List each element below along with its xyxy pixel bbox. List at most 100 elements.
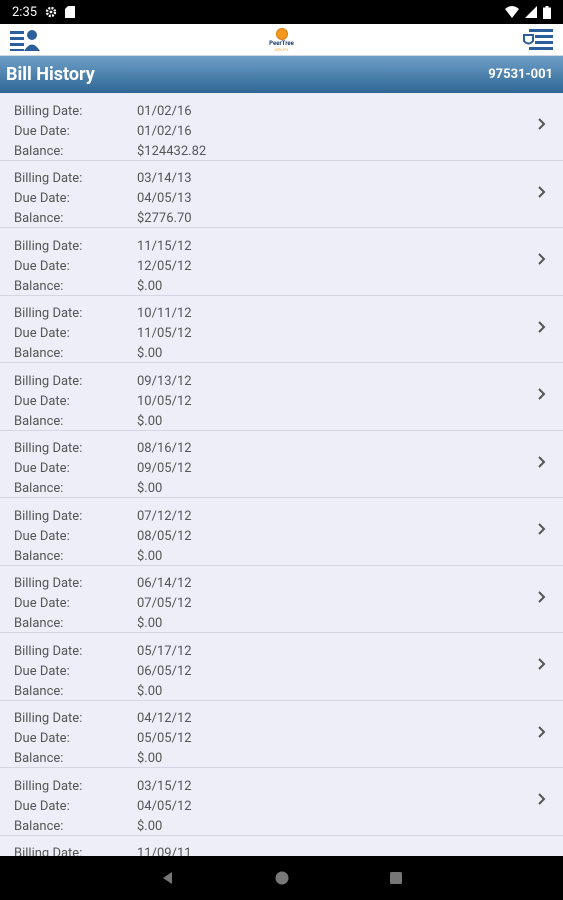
due-date-value: 12/05/12: [137, 258, 192, 274]
billing-date-value: 06/14/12: [137, 576, 192, 591]
balance-label: Balance:: [14, 548, 64, 564]
billing-date-label: Billing Date:: [14, 373, 83, 389]
chevron-right-icon[interactable]: [535, 252, 549, 266]
balance-label: Balance:: [14, 616, 64, 631]
billing-date-label: Billing Date:: [14, 171, 83, 186]
chevron-right-icon[interactable]: [535, 792, 549, 806]
due-date-value: 04/05/12: [137, 798, 192, 814]
status-time: 2:35: [12, 4, 38, 20]
due-date-label: Due Date:: [14, 123, 70, 139]
chevron-right-icon[interactable]: [535, 657, 549, 671]
bill-row[interactable]: Billing Date: 01/02/16 Due Date: 01/02/16 Ba…: [0, 93, 563, 161]
chevron-right-icon[interactable]: [535, 320, 549, 334]
billing-date-value: 11/15/12: [137, 238, 192, 254]
balance-label: Balance:: [14, 413, 64, 429]
billing-date-label: Billing Date:: [14, 711, 83, 726]
chevron-right-icon[interactable]: [535, 590, 549, 604]
due-date-value: 09/05/12: [137, 461, 192, 476]
billing-date-label: Billing Date:: [14, 306, 83, 321]
balance-value: $.00: [137, 548, 163, 564]
back-icon[interactable]: [160, 870, 176, 886]
due-date-value: 05/05/12: [137, 731, 192, 746]
balance-value: $.00: [137, 346, 163, 361]
billing-date-label: Billing Date:: [14, 441, 83, 456]
bill-row[interactable]: Billing Date: 09/13/12 Due Date: 10/05/12 Ba…: [0, 363, 563, 431]
balance-label: Balance:: [14, 751, 64, 766]
sd-card-icon: [65, 6, 76, 18]
balance-label: Balance:: [14, 211, 64, 226]
due-date-label: Due Date:: [14, 393, 70, 409]
billing-date-value: 08/16/12: [137, 441, 192, 456]
due-date-value: 10/05/12: [137, 393, 192, 409]
logo-mark-icon: [275, 27, 288, 40]
billing-date-label: Billing Date:: [14, 846, 83, 856]
signal-icon: [525, 6, 537, 18]
balance-value: $124432.82: [137, 143, 207, 159]
bill-row[interactable]: Billing Date: 07/12/12 Due Date: 08/05/12 Ba…: [0, 498, 563, 566]
chevron-right-icon[interactable]: [535, 725, 549, 739]
due-date-label: Due Date:: [14, 596, 70, 611]
bill-row[interactable]: Billing Date: 11/09/11: [0, 836, 563, 856]
bill-row[interactable]: Billing Date: 11/15/12 Due Date: 12/05/12 Ba…: [0, 228, 563, 296]
balance-label: Balance:: [14, 278, 64, 294]
bill-row[interactable]: Billing Date: 10/11/12 Due Date: 11/05/12 Ba…: [0, 296, 563, 363]
bill-row[interactable]: Billing Date: 03/14/13 Due Date: 04/05/13 Ba…: [0, 161, 563, 228]
account-menu-icon[interactable]: [10, 29, 40, 51]
balance-value: $2776.70: [137, 211, 192, 226]
due-date-label: Due Date:: [14, 663, 70, 679]
bill-row[interactable]: Billing Date: 03/15/12 Due Date: 04/05/12 Ba…: [0, 768, 563, 836]
chevron-right-icon[interactable]: [535, 387, 549, 401]
billing-date-label: Billing Date:: [14, 238, 83, 254]
balance-label: Balance:: [14, 143, 64, 159]
chevron-right-icon[interactable]: [535, 522, 549, 536]
chevron-right-icon[interactable]: [535, 455, 549, 469]
balance-value: $.00: [137, 481, 163, 496]
balance-value: $.00: [137, 751, 163, 766]
due-date-label: Due Date:: [14, 798, 70, 814]
billing-date-value: 01/02/16: [137, 103, 192, 119]
billing-date-value: 04/12/12: [137, 711, 192, 726]
system-nav-bar: [0, 856, 563, 900]
due-date-value: 01/02/16: [137, 123, 192, 139]
billing-date-value: 10/11/12: [137, 306, 192, 321]
bill-row[interactable]: Billing Date: 05/17/12 Due Date: 06/05/12 Ba…: [0, 633, 563, 701]
chevron-right-icon[interactable]: [535, 117, 549, 131]
settings-icon: [45, 6, 57, 18]
balance-value: $.00: [137, 683, 163, 699]
bill-row[interactable]: Billing Date: 04/12/12 Due Date: 05/05/12 Ba…: [0, 701, 563, 768]
due-date-label: Due Date:: [14, 258, 70, 274]
bill-row[interactable]: Billing Date: 06/14/12 Due Date: 07/05/12 Ba…: [0, 566, 563, 633]
due-date-label: Due Date:: [14, 326, 70, 341]
balance-value: $.00: [137, 278, 163, 294]
billing-date-value: 05/17/12: [137, 643, 192, 659]
recents-icon[interactable]: [388, 870, 404, 886]
balance-label: Balance:: [14, 683, 64, 699]
balance-value: $.00: [137, 413, 163, 429]
balance-label: Balance:: [14, 346, 64, 361]
billing-date-value: 07/12/12: [137, 508, 192, 524]
home-icon[interactable]: [274, 870, 290, 886]
due-date-value: 04/05/13: [137, 191, 192, 206]
billing-date-label: Billing Date:: [14, 103, 83, 119]
wifi-icon: [505, 6, 519, 18]
logo-text: PeerTree: [269, 39, 294, 47]
logo-subtext: UTILITY: [274, 46, 289, 52]
status-bar: 2:35: [0, 0, 563, 24]
company-logo: PeerTree UTILITY: [269, 27, 294, 52]
battery-icon: [543, 5, 551, 19]
balance-value: $.00: [137, 818, 163, 834]
chevron-right-icon[interactable]: [535, 185, 549, 199]
billing-date-value: 03/15/12: [137, 778, 192, 794]
billing-date-value: 11/09/11: [137, 846, 192, 856]
bill-row[interactable]: Billing Date: 08/16/12 Due Date: 09/05/12 Ba…: [0, 431, 563, 498]
billing-date-label: Billing Date:: [14, 508, 83, 524]
bill-menu-icon[interactable]: [523, 28, 553, 51]
due-date-label: Due Date:: [14, 731, 70, 746]
billing-date-label: Billing Date:: [14, 576, 83, 591]
billing-date-label: Billing Date:: [14, 778, 83, 794]
page-title: Bill History: [6, 64, 95, 85]
due-date-label: Due Date:: [14, 528, 70, 544]
balance-value: $.00: [137, 616, 163, 631]
billing-date-value: 09/13/12: [137, 373, 192, 389]
due-date-value: 06/05/12: [137, 663, 192, 679]
